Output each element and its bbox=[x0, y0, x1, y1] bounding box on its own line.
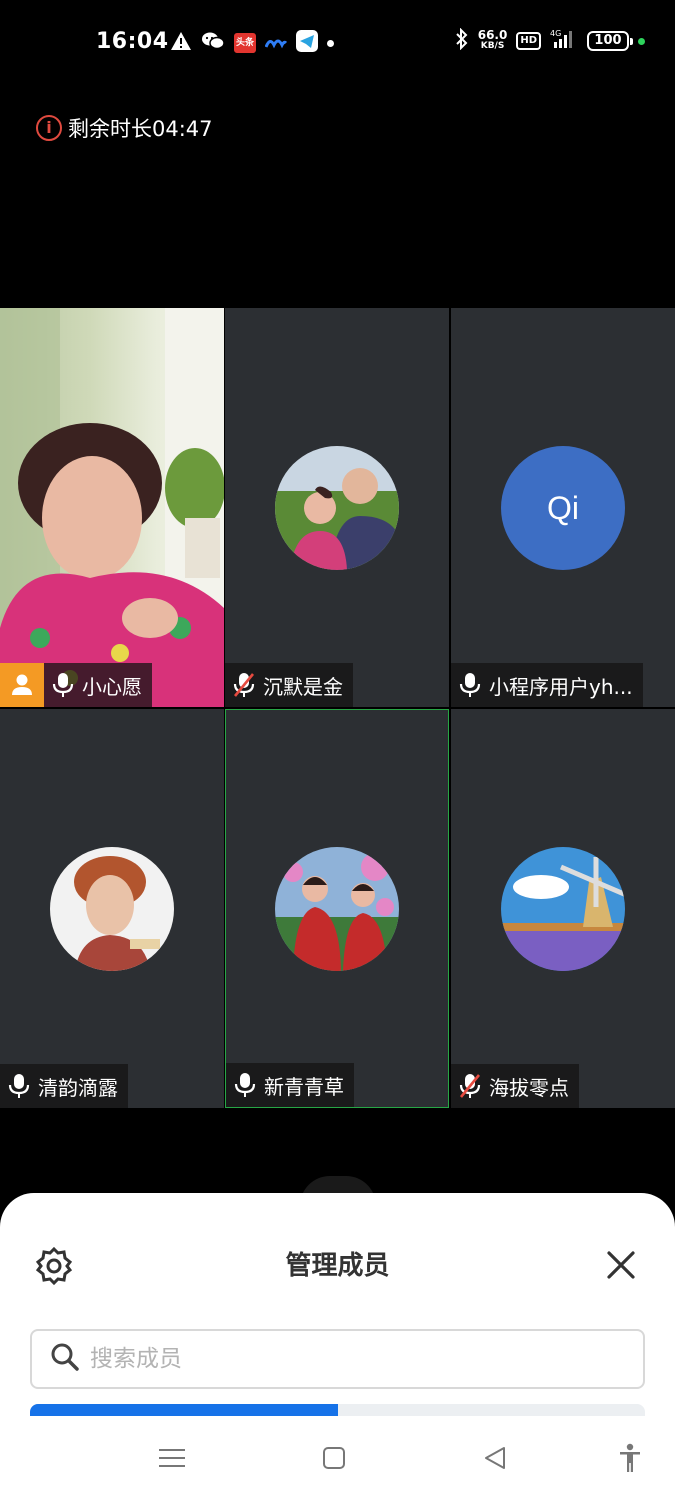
status-time: 16:04 bbox=[96, 29, 169, 54]
status-bar: 16:04 头条 66.0 KB/S HD 4G 100 bbox=[0, 0, 675, 86]
sheet-title: 管理成员 bbox=[285, 1251, 390, 1281]
participant-name: 小心愿 bbox=[82, 674, 142, 699]
participant-name: 海拔零点 bbox=[489, 1075, 569, 1100]
mic-icon bbox=[234, 1073, 256, 1097]
app-icon bbox=[264, 34, 288, 53]
mic-icon bbox=[8, 1074, 30, 1098]
battery-indicator: 100 bbox=[587, 31, 633, 51]
telegram-icon bbox=[296, 30, 318, 56]
participant-name-tag: 沉默是金 bbox=[225, 663, 353, 707]
participant-name: 清韵滴露 bbox=[38, 1075, 118, 1100]
network-speed: 66.0 KB/S bbox=[477, 28, 508, 51]
participant-tile[interactable]: Qi 小程序用户yh... bbox=[451, 308, 675, 707]
avatar bbox=[501, 846, 625, 971]
back-icon[interactable] bbox=[475, 1428, 515, 1488]
search-input[interactable] bbox=[90, 1346, 570, 1372]
dot-icon bbox=[327, 39, 334, 47]
remaining-time-label: 剩余时长04:47 bbox=[68, 117, 213, 141]
search-icon bbox=[50, 1342, 80, 1376]
avatar-initials: Qi bbox=[501, 445, 625, 570]
participant-tile-active[interactable]: 新青青草 bbox=[225, 709, 449, 1108]
participant-name-tag: 清韵滴露 bbox=[0, 1064, 128, 1108]
participant-grid: 小心愿 沉默是金 Qi 小程序用户yh... 清韵滴露 新青青草 海拔零点 bbox=[0, 308, 675, 1108]
participant-name-tag: 新青青草 bbox=[226, 1063, 354, 1107]
participant-tile[interactable]: 清韵滴露 bbox=[0, 709, 224, 1108]
participant-name-tag: 海拔零点 bbox=[451, 1064, 579, 1108]
avatar bbox=[275, 445, 399, 570]
avatar bbox=[50, 846, 174, 971]
search-box[interactable] bbox=[30, 1329, 645, 1389]
participant-name-tag: 小心愿 bbox=[0, 663, 152, 707]
toutiao-icon: 头条 bbox=[234, 33, 256, 53]
mic-muted-icon bbox=[459, 1074, 481, 1098]
privacy-dot-icon bbox=[638, 37, 645, 45]
person-icon bbox=[12, 674, 32, 695]
close-icon[interactable] bbox=[605, 1249, 637, 1281]
host-badge bbox=[0, 663, 44, 707]
mic-icon bbox=[459, 673, 481, 697]
video-feed bbox=[0, 308, 224, 707]
info-icon: i bbox=[36, 115, 62, 141]
participant-tile[interactable]: 沉默是金 bbox=[225, 308, 449, 707]
svg-text:4G: 4G bbox=[550, 29, 561, 38]
participant-tile[interactable]: 海拔零点 bbox=[451, 709, 675, 1108]
accessibility-icon[interactable] bbox=[610, 1428, 650, 1488]
system-nav-bar bbox=[0, 1428, 675, 1490]
loading-progress bbox=[30, 1404, 645, 1416]
wechat-icon bbox=[201, 31, 225, 55]
mic-muted-icon bbox=[233, 673, 255, 697]
participant-name: 沉默是金 bbox=[263, 674, 343, 699]
avatar bbox=[275, 846, 399, 971]
mic-icon bbox=[52, 673, 74, 697]
home-icon[interactable] bbox=[314, 1428, 354, 1488]
remaining-time: i 剩余时长04:47 bbox=[36, 113, 213, 143]
participant-name: 小程序用户yh... bbox=[489, 674, 633, 699]
menu-icon[interactable] bbox=[152, 1428, 192, 1488]
warning-icon bbox=[170, 31, 192, 55]
participant-name: 新青青草 bbox=[264, 1074, 344, 1099]
signal-icon: 4G bbox=[550, 28, 578, 54]
loading-progress-fill bbox=[30, 1404, 338, 1416]
participant-name-tag: 小程序用户yh... bbox=[451, 663, 643, 707]
bluetooth-icon bbox=[455, 27, 469, 54]
participant-tile[interactable]: 小心愿 bbox=[0, 308, 224, 707]
hd-badge: HD bbox=[516, 32, 541, 50]
